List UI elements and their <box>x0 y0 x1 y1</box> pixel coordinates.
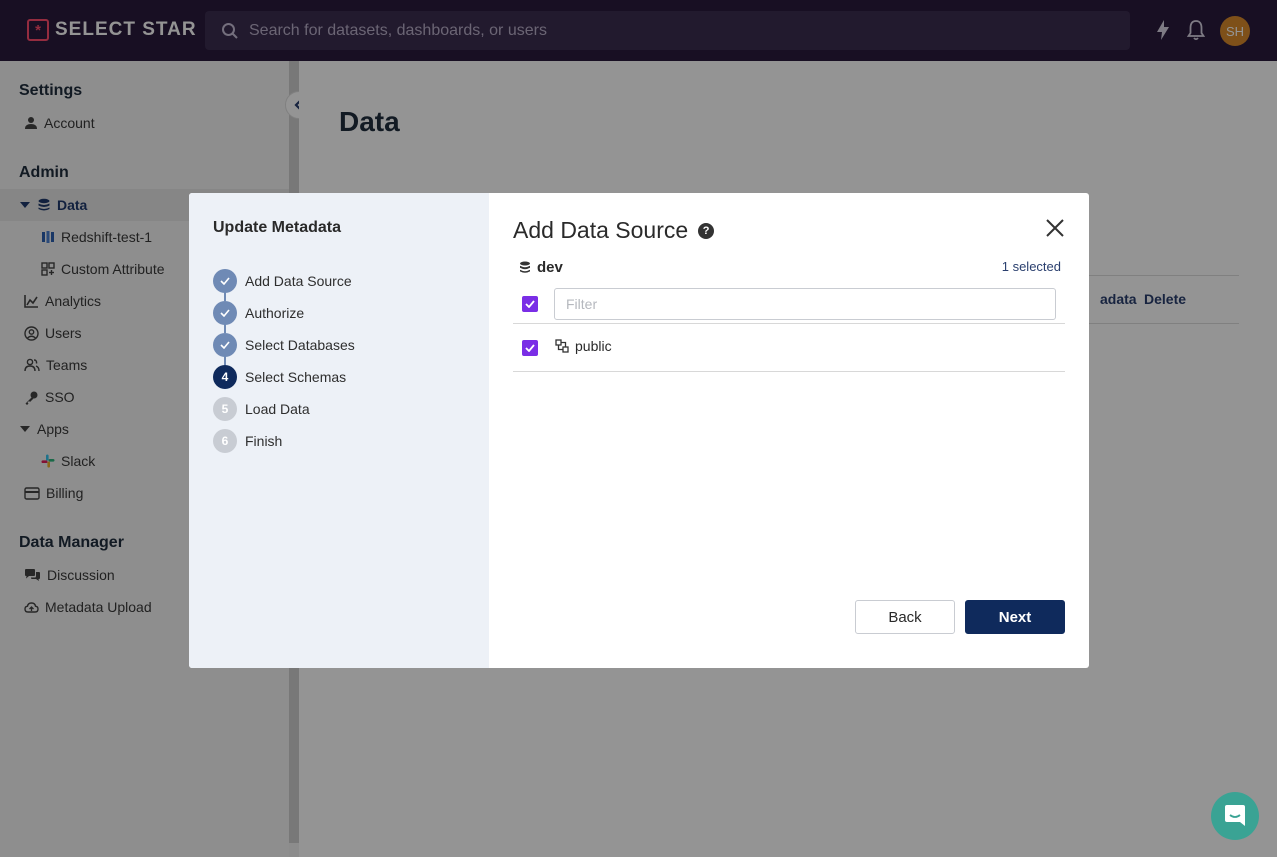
check-icon <box>213 301 237 325</box>
modal-title: Add Data Source ? <box>513 217 715 244</box>
check-icon <box>525 344 535 352</box>
step-label: Finish <box>245 433 283 449</box>
step-authorize: Authorize <box>213 301 304 325</box>
support-chat-button[interactable] <box>1211 792 1259 840</box>
schema-icon <box>555 339 569 353</box>
next-button[interactable]: Next <box>965 600 1065 634</box>
schema-name: public <box>575 338 612 354</box>
back-button[interactable]: Back <box>855 600 955 634</box>
database-header: dev <box>519 259 563 276</box>
step-connector <box>224 356 226 365</box>
step-number: 5 <box>213 397 237 421</box>
close-icon[interactable] <box>1044 217 1066 239</box>
step-label: Select Schemas <box>245 369 347 385</box>
row-divider <box>513 323 1065 324</box>
stepper-title: Update Metadata <box>213 219 342 236</box>
step-select-schemas: 4 Select Schemas <box>213 365 346 389</box>
check-icon <box>213 269 237 293</box>
step-connector <box>224 324 226 333</box>
step-load-data: 5 Load Data <box>213 397 310 421</box>
help-icon[interactable]: ? <box>698 222 715 239</box>
step-number: 4 <box>213 365 237 389</box>
row-divider <box>513 371 1065 372</box>
step-label: Select Databases <box>245 337 355 353</box>
step-select-databases: Select Databases <box>213 333 355 357</box>
database-icon <box>520 261 530 273</box>
update-metadata-modal: Update Metadata Add Data Source Authoriz… <box>189 193 1089 668</box>
schema-row-public[interactable]: public <box>555 338 612 354</box>
modal-title-text: Add Data Source <box>513 217 689 243</box>
step-label: Authorize <box>245 305 305 321</box>
step-label: Add Data Source <box>245 273 352 289</box>
step-finish: 6 Finish <box>213 429 282 453</box>
step-number: 6 <box>213 429 237 453</box>
stepper-panel: Update Metadata Add Data Source Authoriz… <box>189 193 489 668</box>
filter-input[interactable] <box>554 288 1056 320</box>
step-connector <box>224 292 226 301</box>
check-icon <box>525 300 535 308</box>
database-name: dev <box>537 259 563 276</box>
selected-count: 1 selected <box>1001 259 1061 274</box>
select-all-checkbox[interactable] <box>522 296 538 312</box>
schema-checkbox-public[interactable] <box>522 340 538 356</box>
step-label: Load Data <box>245 401 310 417</box>
chat-icon <box>1225 805 1245 826</box>
check-icon <box>213 333 237 357</box>
step-add-data-source: Add Data Source <box>213 269 352 293</box>
